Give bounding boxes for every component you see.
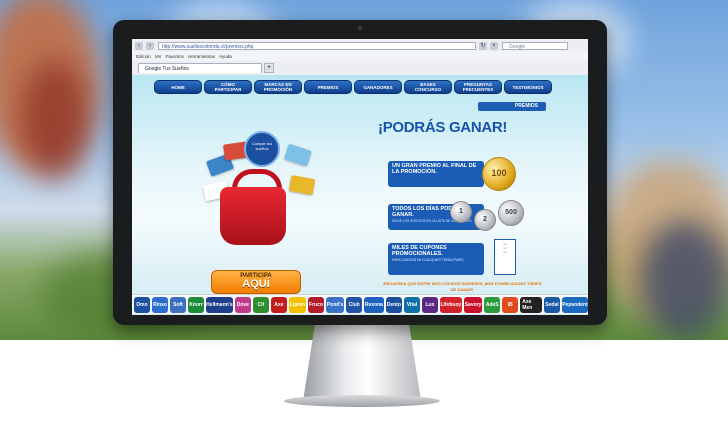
monitor-base (284, 395, 440, 407)
section-ribbon: PREMIOS (478, 102, 546, 111)
browser-chrome: ‹ › http://www.suelloscolondu.cl/premios… (132, 39, 588, 76)
brand-logo-lifebuoy[interactable]: Lifebuoy (439, 296, 462, 313)
brand-logo-cif[interactable]: Cif (252, 296, 269, 313)
menu-bar: Edición Ver Favoritos Herramientas Ayuda (132, 51, 588, 61)
brand-logo-ib[interactable]: IB (502, 296, 519, 313)
search-input[interactable]: Google (502, 41, 568, 50)
prize-title: MILES DE CUPONES PROMOCIONALES. (392, 245, 447, 257)
nav-testimonios[interactable]: TESTIMONIOS (504, 80, 552, 94)
back-icon[interactable]: ‹ (135, 41, 143, 50)
monitor-stand (303, 325, 421, 401)
brand-logo-vital[interactable]: Vital (403, 296, 420, 313)
nav-home[interactable]: HOME (154, 80, 202, 94)
brand-logo-axe[interactable]: Axe (270, 296, 287, 313)
brand-logo-knorr[interactable]: Knorr (188, 296, 204, 313)
prize-title: UN GRAN PREMIO AL FINAL DE LA PROMOCIÓN. (392, 163, 477, 175)
brand-logo-sedal[interactable]: Sedal (543, 296, 560, 313)
prize-box-coupons: MILES DE CUPONES PROMOCIONALES. PARA CAN… (388, 243, 484, 275)
brand-logo-pond-s[interactable]: Pond's (325, 296, 345, 313)
participa-button[interactable]: PARTICIPA AQUÍ (211, 270, 301, 294)
brand-logo-fruco[interactable]: Fruco (307, 296, 324, 313)
brand-logo-club[interactable]: Club (346, 296, 363, 313)
prize-travel-icon (284, 143, 312, 167)
brand-logo-rinso[interactable]: Rinso (152, 296, 168, 313)
new-tab-icon[interactable]: + (264, 62, 274, 73)
silver-medal-icon: 1 (450, 201, 472, 223)
silver-medal-icon: 2 (474, 209, 496, 231)
brand-logo-pepsodent[interactable]: Pepsodent (561, 296, 588, 313)
forward-icon[interactable]: › (146, 41, 154, 50)
brand-logo-omo[interactable]: Omo (134, 296, 150, 313)
prize-subtitle: PARA CANJEAR EN CUALQUIER TIENDA PARIS. (392, 258, 465, 262)
camera-icon (358, 26, 362, 30)
brand-logo-dento[interactable]: Dento (385, 296, 402, 313)
refresh-icon[interactable]: ↻ (479, 41, 487, 50)
page-title: ¡PODRÁS GANAR! (378, 119, 508, 136)
monitor: ‹ › http://www.suelloscolondu.cl/premios… (113, 20, 607, 325)
menu-view[interactable]: Ver (155, 54, 162, 59)
brand-logo-axe-men[interactable]: Axe Men (520, 296, 542, 313)
nav-ganadores[interactable]: GANADORES (354, 80, 402, 94)
nav-marcas[interactable]: MARCAS EN PROMOCIÓN (254, 80, 302, 94)
brand-logo-hellmann-s[interactable]: Hellmann's (206, 296, 233, 313)
coupon-icon: ▭ ▭ ▭ (494, 239, 516, 275)
brand-logo-lipton[interactable]: Lipton (288, 296, 306, 313)
brand-logo-ades[interactable]: AdeS (484, 296, 501, 313)
address-bar[interactable]: http://www.suelloscolondu.cl/premios.php (158, 41, 476, 50)
main-nav: HOME CÓMO PARTICIPAR MARCAS EN PROMOCIÓN… (154, 80, 552, 94)
menu-help[interactable]: Ayuda (219, 54, 232, 59)
promo-badge: Cumple tus sueños (244, 131, 280, 167)
prize-illustration: Cumple tus sueños (202, 117, 322, 267)
promo-website: HOME CÓMO PARTICIPAR MARCAS EN PROMOCIÓN… (132, 75, 588, 315)
red-bag-icon (220, 187, 286, 245)
brand-strip: Omo Rinso Soft Knorr Hellmann's Dove Cif Axe Lip… (132, 294, 588, 314)
prize-box-grand: UN GRAN PREMIO AL FINAL DE LA PROMOCIÓN. (388, 161, 484, 187)
menu-tools[interactable]: Herramientas (188, 54, 215, 59)
brand-logo-soft[interactable]: Soft (170, 296, 186, 313)
nav-bases[interactable]: BASES CONCURSO (404, 80, 452, 94)
nav-premios[interactable]: PREMIOS (304, 80, 352, 94)
cta-line2: AQUÍ (242, 278, 270, 290)
menu-favorites[interactable]: Favoritos (166, 54, 185, 59)
brand-logo-dove[interactable]: Dove (234, 296, 251, 313)
silver-medal-icon: 500 (498, 200, 524, 226)
brand-logo-rexona[interactable]: Rexona (364, 296, 384, 313)
footer-note: ¡RECUERDA QUE ENTRE MÁS CÓDIGOS INGRESES… (382, 281, 542, 292)
stop-icon[interactable]: × (490, 41, 498, 50)
brand-logo-lux[interactable]: Lux (421, 296, 438, 313)
gold-medal-icon: 100 (482, 157, 516, 191)
menu-edit[interactable]: Edición (136, 54, 151, 59)
nav-como-participar[interactable]: CÓMO PARTICIPAR (204, 80, 252, 94)
screen: ‹ › http://www.suelloscolondu.cl/premios… (132, 39, 588, 315)
brand-logo-savory[interactable]: Savory (463, 296, 483, 313)
nav-preguntas[interactable]: PREGUNTAS FRECUENTES (454, 80, 502, 94)
prize-ticket-icon (288, 175, 316, 195)
browser-tab[interactable]: Google Tus Sueños (138, 62, 262, 73)
